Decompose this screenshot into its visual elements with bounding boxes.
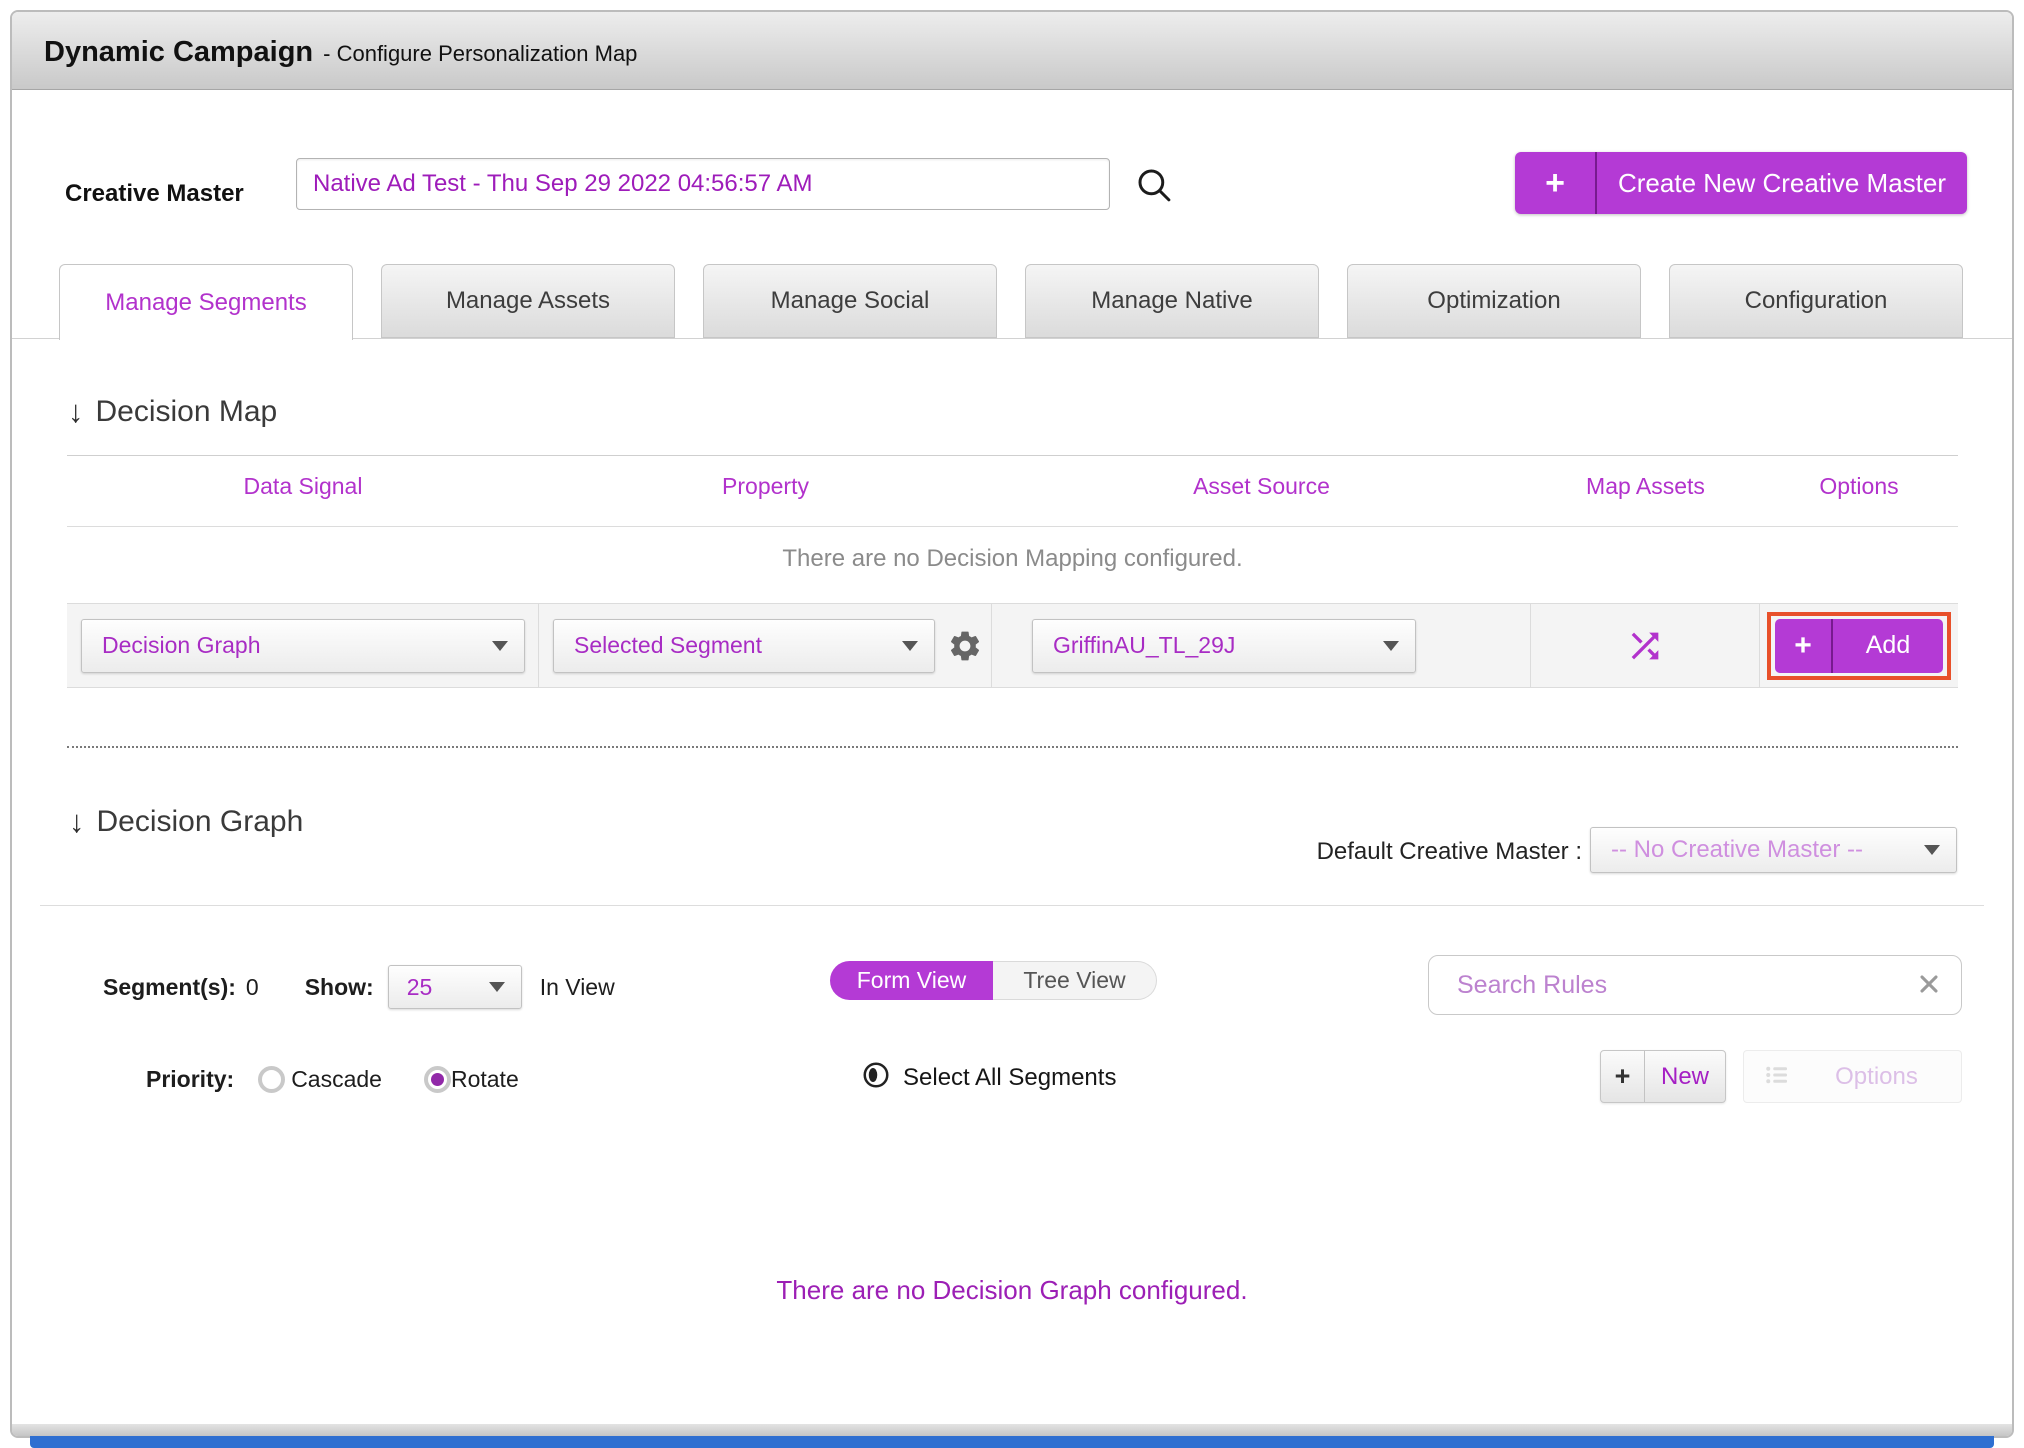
creative-master-label: Creative Master (65, 180, 244, 207)
search-rules-box (1428, 955, 1962, 1015)
decision-graph-heading: ↓ Decision Graph (69, 804, 303, 840)
search-rules-input[interactable] (1429, 970, 1909, 1000)
add-button-label: Add (1865, 631, 1911, 659)
add-button-highlight: + Add (1767, 611, 1951, 680)
rotate-label: Rotate (450, 1065, 519, 1092)
form-view-button[interactable]: Form View (830, 961, 993, 1000)
show-count-value: 25 (406, 973, 433, 1000)
gear-icon (947, 631, 983, 667)
options-cell: + Add (1760, 604, 1958, 687)
asset-source-dropdown-value: GriffinAU_TL_29J (1053, 632, 1236, 658)
decision-map-empty-message: There are no Decision Mapping configured… (782, 545, 1243, 572)
shuffle-icon (1625, 632, 1665, 669)
select-all-segments[interactable]: Select All Segments (861, 1060, 1116, 1095)
priority-label: Priority: (146, 1065, 235, 1092)
bottom-scrollbar[interactable] (30, 1436, 1994, 1448)
new-button[interactable]: + New (1600, 1050, 1726, 1103)
cascade-radio[interactable] (258, 1065, 286, 1093)
add-button[interactable]: + Add (1775, 618, 1943, 673)
decision-graph-empty-message: There are no Decision Graph configured. (776, 1275, 1248, 1305)
select-all-segments-label: Select All Segments (903, 1063, 1117, 1091)
plus-icon: + (1601, 1051, 1645, 1102)
search-button[interactable] (1132, 164, 1176, 208)
down-arrow-icon: ↓ (69, 804, 85, 839)
page-subtitle: - Configure Personalization Map (323, 41, 638, 66)
new-button-label: New (1660, 1062, 1709, 1090)
asset-source-dropdown[interactable]: GriffinAU_TL_29J (1032, 618, 1416, 673)
rotate-radio[interactable] (423, 1065, 451, 1093)
options-button[interactable]: Options (1743, 1050, 1962, 1103)
title-bar: Dynamic Campaign - Configure Personaliza… (12, 12, 2012, 90)
plus-icon: + (1515, 152, 1597, 214)
list-icon (1744, 1060, 1792, 1093)
clear-search-button[interactable] (1909, 970, 1961, 1000)
decision-map-add-row: Decision Graph Selected Segment GriffinA… (67, 603, 1958, 688)
default-creative-master-dropdown[interactable]: -- No Creative Master -- (1590, 827, 1957, 873)
default-creative-master-value: -- No Creative Master -- (1611, 836, 1864, 863)
page-title: Dynamic Campaign (44, 36, 314, 68)
decision-graph-heading-text: Decision Graph (96, 805, 304, 838)
map-assets-button[interactable] (1625, 626, 1665, 666)
segments-count: 0 (245, 973, 259, 1000)
horizontal-divider (40, 905, 1984, 906)
property-dropdown-value: Selected Segment (574, 632, 762, 658)
caret-down-icon (488, 982, 505, 992)
main-panel: Dynamic Campaign - Configure Personaliza… (10, 10, 2014, 1438)
segments-controls: Segment(s): 0 Show: 25 In View (103, 958, 615, 1016)
property-cell: Selected Segment (539, 604, 992, 687)
data-signal-cell: Decision Graph (67, 604, 539, 687)
decision-map-column-headers: Data Signal Property Asset Source Map As… (67, 455, 1958, 517)
column-header-data-signal: Data Signal (243, 473, 363, 499)
tab-manage-social[interactable]: Manage Social (703, 264, 997, 338)
asset-source-cell: GriffinAU_TL_29J (992, 604, 1531, 687)
caret-down-icon (1383, 640, 1399, 651)
data-signal-dropdown[interactable]: Decision Graph (81, 618, 525, 673)
create-new-creative-master-label: Create New Creative Master (1618, 167, 1946, 198)
down-arrow-icon: ↓ (68, 394, 84, 429)
column-header-property: Property (722, 473, 809, 499)
column-header-map-assets: Map Assets (1586, 473, 1705, 499)
view-toggle: Form View Tree View (830, 961, 1157, 1000)
tab-label: Configuration (1744, 287, 1888, 314)
creative-master-input[interactable] (296, 158, 1110, 210)
caret-down-icon (1924, 845, 1940, 855)
options-button-label: Options (1835, 1062, 1918, 1090)
default-creative-master-label: Default Creative Master : (1316, 838, 1582, 865)
tab-manage-assets[interactable]: Manage Assets (381, 264, 675, 338)
tab-label: Manage Assets (445, 287, 611, 314)
show-label: Show: (304, 973, 374, 1000)
tree-view-button[interactable]: Tree View (993, 961, 1157, 1000)
decision-map-heading: ↓ Decision Map (68, 394, 277, 430)
show-count-dropdown[interactable]: 25 (387, 965, 522, 1009)
decision-map-heading-text: Decision Map (95, 395, 278, 428)
column-header-options: Options (1819, 473, 1899, 499)
toggle-icon (861, 1060, 891, 1095)
tab-manage-segments[interactable]: Manage Segments (59, 264, 353, 340)
segments-label: Segment(s): (103, 973, 236, 1000)
close-icon (1915, 975, 1943, 1001)
tab-label: Optimization (1427, 287, 1561, 314)
tab-label: Manage Social (770, 287, 930, 314)
plus-icon: + (1775, 618, 1833, 673)
create-new-creative-master-button[interactable]: + Create New Creative Master (1515, 152, 1967, 214)
panel-footer (12, 1424, 2012, 1436)
tab-label: Manage Native (1091, 287, 1253, 314)
data-signal-dropdown-value: Decision Graph (102, 632, 261, 658)
property-settings-button[interactable] (947, 628, 983, 664)
tab-label: Manage Segments (105, 288, 307, 316)
decision-map-header-divider (67, 526, 1958, 527)
in-view-label: In View (539, 973, 615, 1000)
tab-optimization[interactable]: Optimization (1347, 264, 1641, 338)
property-dropdown[interactable]: Selected Segment (553, 618, 935, 673)
section-divider (67, 746, 1958, 748)
caret-down-icon (492, 640, 508, 651)
tab-configuration[interactable]: Configuration (1669, 264, 1963, 338)
tab-manage-native[interactable]: Manage Native (1025, 264, 1319, 338)
caret-down-icon (902, 640, 918, 651)
search-icon (1133, 169, 1175, 209)
priority-controls: Priority: Cascade Rotate (146, 1055, 519, 1103)
map-assets-cell (1531, 604, 1760, 687)
column-header-asset-source: Asset Source (1193, 473, 1330, 499)
cascade-label: Cascade (291, 1065, 382, 1092)
